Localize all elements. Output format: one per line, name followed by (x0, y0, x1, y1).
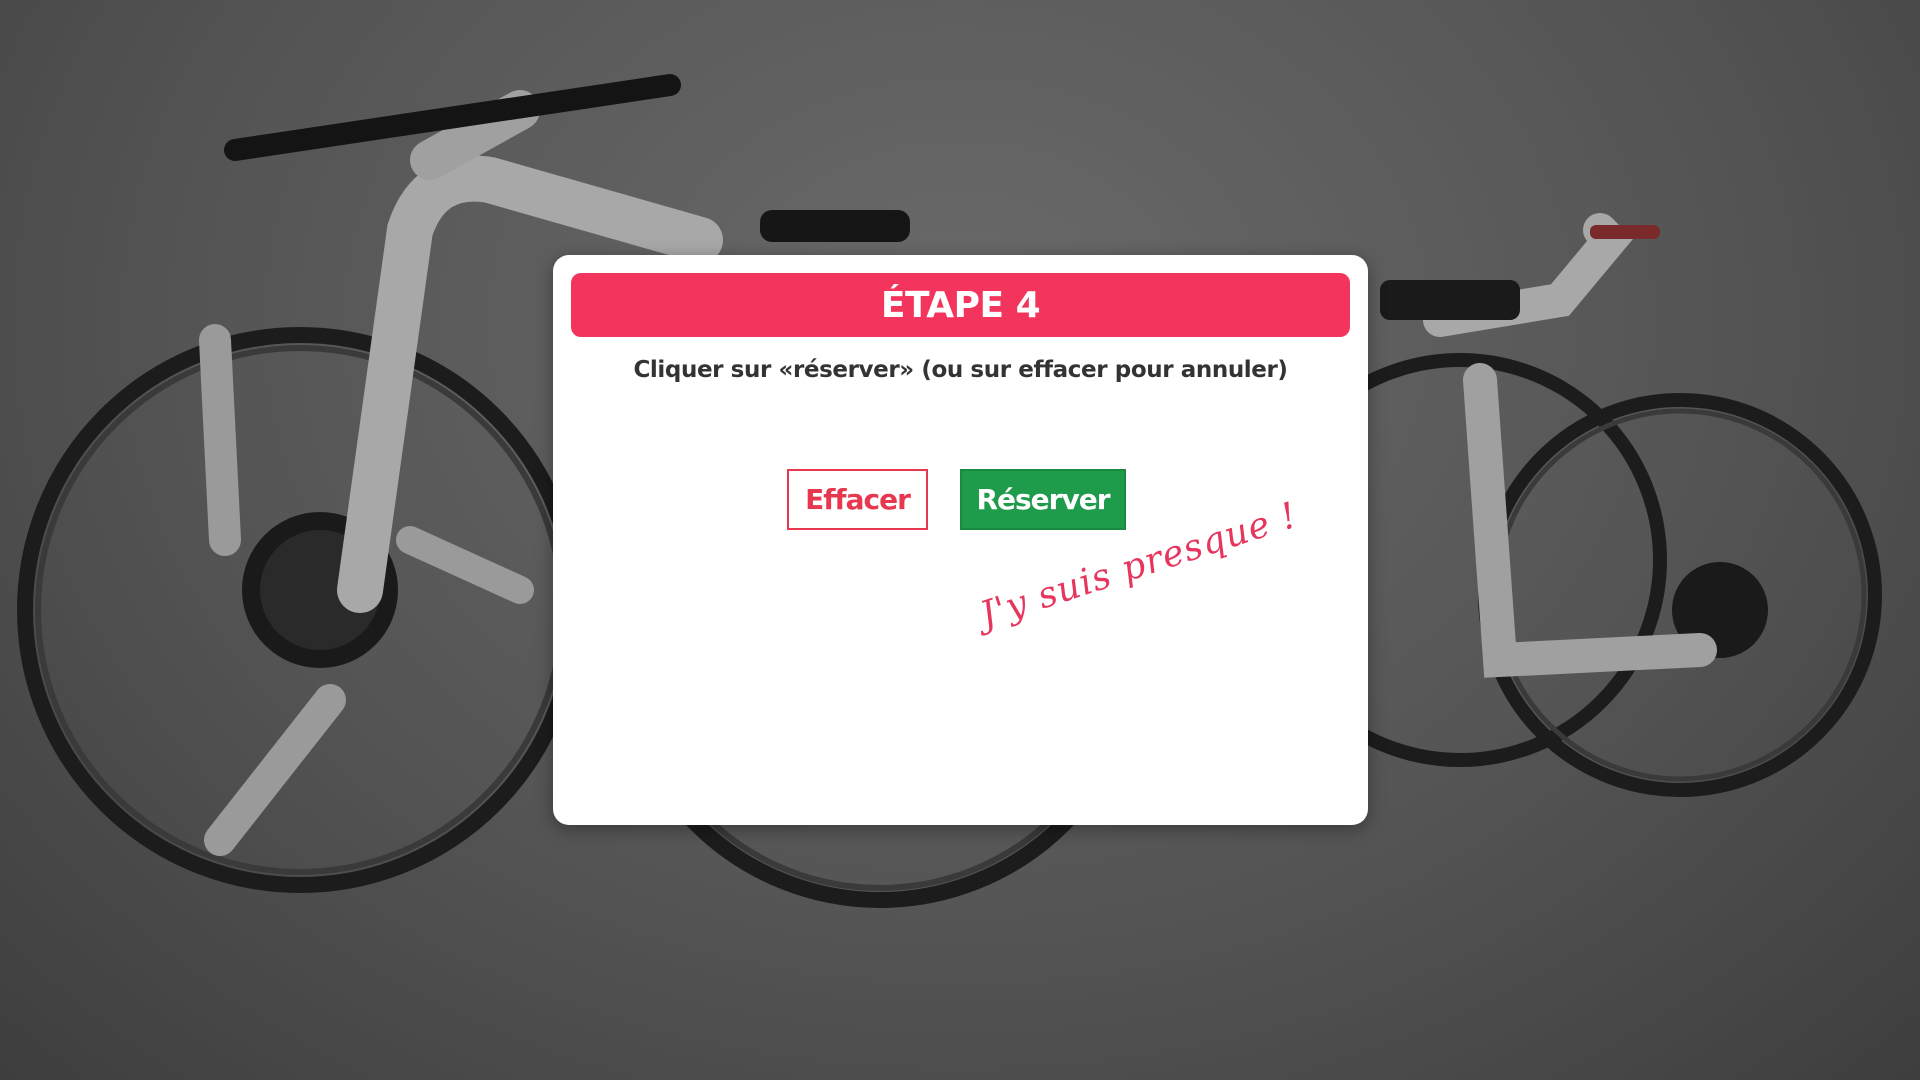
step-title: ÉTAPE 4 (571, 273, 1350, 337)
reserve-button[interactable]: Réserver (960, 469, 1126, 530)
instruction-text: Cliquer sur «réserver» (ou sur effacer p… (633, 357, 1288, 383)
page-background: ÉTAPE 4 Cliquer sur «réserver» (ou sur e… (0, 0, 1920, 1080)
booking-dialog: ÉTAPE 4 Cliquer sur «réserver» (ou sur e… (553, 255, 1368, 825)
clear-button[interactable]: Effacer (787, 469, 928, 530)
